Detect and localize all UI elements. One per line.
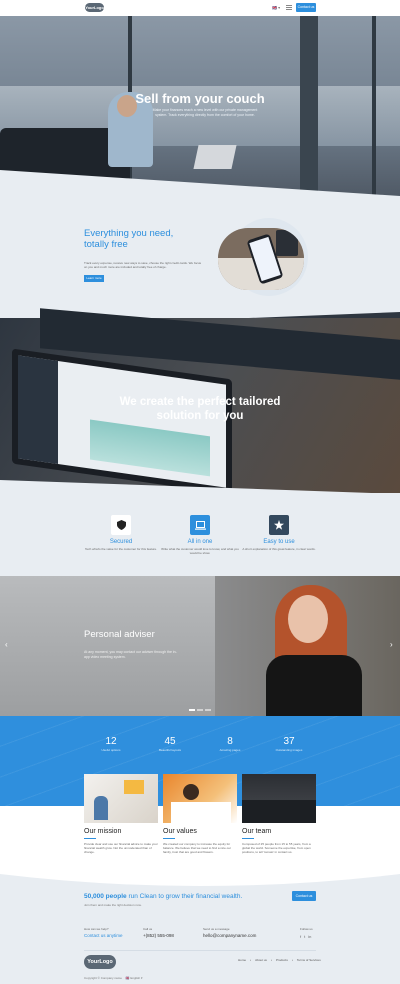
footer-nav-terms[interactable]: Terms of Services	[297, 958, 321, 962]
feature-secured: Secured Tech what's the value for the cu…	[81, 515, 161, 551]
office-desks-image	[242, 800, 316, 823]
free-title-line: Everything you need,	[84, 228, 174, 239]
tailored-title: We create the perfect tailored solution …	[119, 396, 281, 422]
window-frame	[372, 16, 376, 196]
footer-nav-sep: •	[270, 958, 272, 962]
free-title-line: totally free	[84, 239, 128, 250]
email-link[interactable]: hello@companyname.com	[203, 933, 256, 938]
cta-text: 50,000 people run Clean to grow their fi…	[84, 893, 242, 900]
contact-button[interactable]: Contact us	[296, 3, 316, 12]
footer-nav-products[interactable]: Products	[276, 958, 288, 962]
values-image	[163, 774, 237, 823]
feature-title: All in one	[187, 539, 213, 545]
footer-label: How can we help?	[84, 927, 109, 931]
card-title: Our team	[242, 828, 272, 835]
footer-nav-sep: •	[250, 958, 252, 962]
logo[interactable]: YourLogo	[85, 3, 104, 12]
whiteboard-image	[0, 576, 215, 718]
feature-text: A short explanation of this great featur…	[242, 547, 316, 551]
cta-subtext: Join them and make the right decision no…	[84, 903, 142, 907]
sticky-notes-image	[124, 780, 144, 794]
menu-icon[interactable]	[286, 5, 292, 10]
card-text: We created our company to increase the e…	[163, 842, 231, 854]
linkedin-icon[interactable]: in	[308, 934, 311, 939]
feature-text: Write what the customer would love to kn…	[161, 547, 239, 555]
slider-prev-arrow-icon[interactable]: ‹	[5, 640, 8, 649]
footer-label: Send us a message	[203, 927, 230, 931]
learn-more-button[interactable]: Learn more	[84, 275, 104, 282]
slider-dot[interactable]	[205, 709, 211, 711]
feature-title: Easy to use	[263, 539, 295, 545]
mission-image	[84, 774, 158, 823]
cta-contact-button[interactable]: Contact us	[292, 891, 316, 901]
cta-highlight: 50,000 people	[84, 893, 127, 900]
footer-nav-home[interactable]: Home	[238, 958, 246, 962]
footer-label: Call us	[143, 927, 153, 931]
slider-next-arrow-icon[interactable]: ›	[390, 640, 393, 649]
card-team: Our team Composed of 25 people from 15 t…	[242, 774, 316, 854]
desk-image	[171, 802, 231, 823]
footer-divider-line	[84, 950, 316, 951]
card-text: Composed of 25 people from 15 to 55 year…	[242, 842, 311, 854]
woman-top-image	[266, 655, 362, 718]
person-head-image	[183, 784, 199, 800]
dashboard-sidebar	[18, 355, 58, 465]
contact-link[interactable]: Contact us anytime	[84, 933, 123, 938]
card-title: Our values	[163, 828, 197, 835]
site-header: YourLogo 🇬🇧 ▾ Contact us	[0, 0, 400, 16]
star-icon	[269, 515, 289, 535]
footer-help: How can we help? Contact us anytime	[84, 927, 123, 938]
footer-divider	[0, 874, 400, 894]
shield-icon	[111, 515, 131, 535]
feature-all-in-one: All in one Write what the customer would…	[160, 515, 240, 555]
card-title: Our mission	[84, 828, 122, 835]
card-values: Our values We created our company to inc…	[163, 774, 237, 854]
adviser-title: Personal adviser	[84, 629, 155, 640]
feature-easy: Easy to use A short explanation of this …	[239, 515, 319, 551]
slider-dot[interactable]	[197, 709, 203, 711]
card-text: Provide clear and use our financial advi…	[84, 842, 158, 854]
copyright: Copyright © Company name 🇬🇧 English ▾	[84, 976, 143, 980]
team-image	[242, 774, 316, 823]
window-frame	[300, 16, 318, 196]
footer-logo[interactable]: YourLogo	[84, 955, 116, 969]
phone-number[interactable]: +(852) 555-098	[143, 933, 174, 938]
free-text: Track every expense, receive new ways to…	[84, 261, 202, 270]
feature-title: Secured	[109, 539, 133, 545]
woman-face-image	[288, 595, 328, 643]
footer-message: Send us a message hello@companyname.com	[203, 927, 256, 938]
footer-call: Call us +(852) 555-098	[143, 927, 174, 938]
footer-language-select[interactable]: 🇬🇧 English ▾	[126, 976, 143, 980]
footer-nav-sep: •	[291, 958, 293, 962]
adviser-text: At any moment, you may contact our advis…	[84, 650, 177, 659]
card-accent-line	[84, 838, 96, 839]
card-mission: Our mission Provide clear and use our fi…	[84, 774, 158, 854]
stat-number: 37	[283, 736, 295, 747]
free-title: Everything you need, totally free	[84, 228, 173, 250]
follow-label: Follow us	[300, 927, 313, 931]
cta-rest: run Clean to grow their financial wealth…	[126, 893, 243, 900]
person-image	[94, 796, 108, 820]
facebook-icon[interactable]: f	[300, 934, 301, 939]
tailored-bottom-divider	[0, 480, 400, 496]
slider-dots[interactable]	[189, 709, 211, 711]
stat-label: Outstanding images	[275, 748, 303, 752]
slider-dot[interactable]	[189, 709, 195, 711]
card-accent-line	[163, 838, 175, 839]
copyright-text: Copyright © Company name	[84, 976, 122, 980]
footer-nav-about[interactable]: About us	[255, 958, 267, 962]
hero-subtitle: Make your finances reach a new level wit…	[152, 108, 258, 117]
language-select[interactable]: 🇬🇧 ▾	[272, 5, 280, 10]
laptop-icon	[190, 515, 210, 535]
laptop-image	[193, 145, 237, 169]
card-accent-line	[242, 838, 254, 839]
tablet-image	[276, 230, 298, 256]
footer-nav: Home • About us • Products • Terms of Se…	[238, 958, 321, 962]
hero-divider	[0, 170, 400, 200]
stat-item: 37 Outstanding images	[254, 736, 324, 752]
twitter-icon[interactable]: t	[304, 934, 305, 939]
social-links: f t in	[300, 934, 311, 939]
hero-title: Sell from your couch	[135, 91, 265, 106]
feature-text: Tech what's the value for the customer f…	[85, 547, 157, 551]
